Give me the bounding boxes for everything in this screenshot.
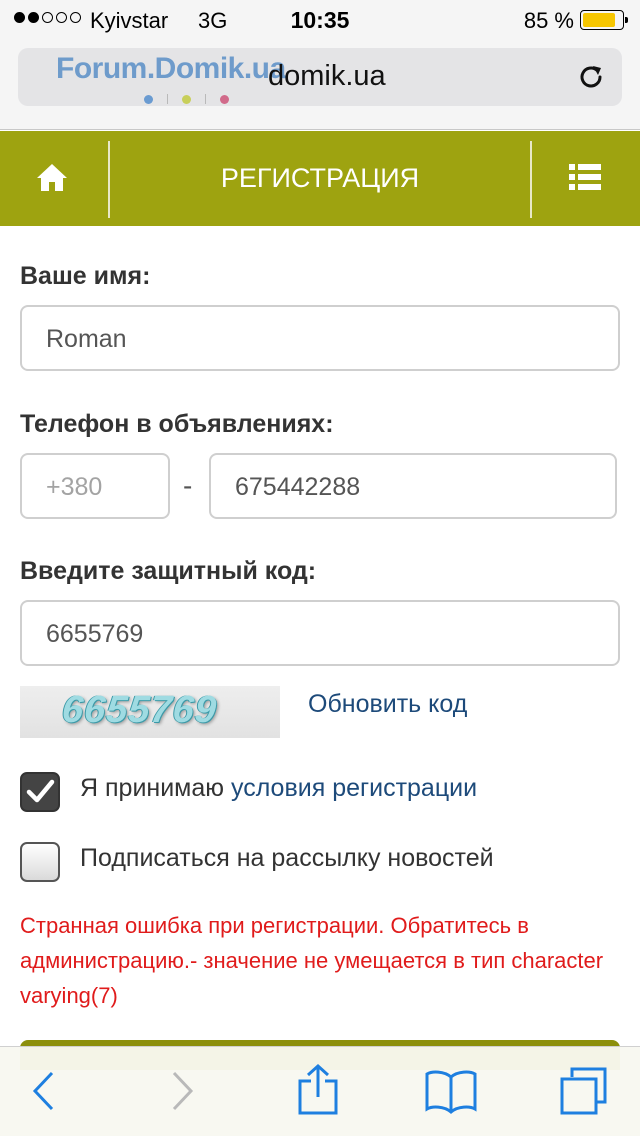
back-icon[interactable] [30, 1069, 56, 1113]
status-bar: Kyivstar 3G 10:35 85 % [0, 0, 640, 40]
accept-terms-prefix: Я принимаю [80, 774, 231, 802]
url-domain[interactable]: domik.ua [268, 60, 386, 93]
captcha-input[interactable]: 6655769 [20, 600, 620, 666]
captcha-label: Введите защитный код: [20, 557, 317, 585]
address-bar[interactable]: Forum.Domik.ua domik.ua [18, 48, 622, 106]
accept-terms-label: Я принимаю условия регистрации [80, 774, 477, 803]
reload-icon[interactable] [576, 62, 606, 92]
check-icon [26, 779, 55, 803]
logo-dots [144, 94, 229, 104]
phone-label: Телефон в объявлениях: [20, 410, 334, 438]
site-header: РЕГИСТРАЦИЯ [0, 131, 640, 226]
battery-percent: 85 % [523, 8, 574, 33]
newsletter-label: Подписаться на рассылку новостей [80, 844, 494, 872]
battery-icon [580, 10, 628, 30]
header-divider [530, 141, 532, 218]
refresh-code-link[interactable]: Обновить код [308, 690, 467, 719]
bookmarks-icon[interactable] [424, 1069, 478, 1115]
list-icon[interactable] [569, 164, 601, 190]
phone-separator: - [183, 470, 193, 501]
name-label: Ваше имя: [20, 262, 151, 290]
logo-wordmark: Forum.Domik.ua [56, 52, 286, 85]
phone-code-input[interactable]: +380 [20, 453, 170, 519]
captcha-image-text: 6655769 [60, 689, 219, 731]
error-message: Странная ошибка при регистрации. Обратит… [20, 913, 604, 1008]
battery-level [583, 13, 616, 27]
terms-link[interactable]: условия регистрации [231, 774, 477, 802]
browser-address-area: Forum.Domik.ua domik.ua [0, 40, 640, 130]
phone-number-input[interactable]: 675442288 [209, 453, 617, 519]
newsletter-checkbox[interactable] [20, 842, 60, 882]
page-title: РЕГИСТРАЦИЯ [220, 163, 420, 193]
browser-toolbar [0, 1046, 640, 1136]
captcha-image: 6655769 [20, 686, 280, 738]
forward-icon[interactable] [170, 1069, 196, 1113]
home-icon[interactable] [36, 162, 68, 192]
share-icon[interactable] [296, 1063, 340, 1117]
accept-terms-checkbox[interactable] [20, 772, 60, 812]
tabs-icon[interactable] [558, 1065, 610, 1117]
name-input[interactable]: Roman [20, 305, 620, 371]
